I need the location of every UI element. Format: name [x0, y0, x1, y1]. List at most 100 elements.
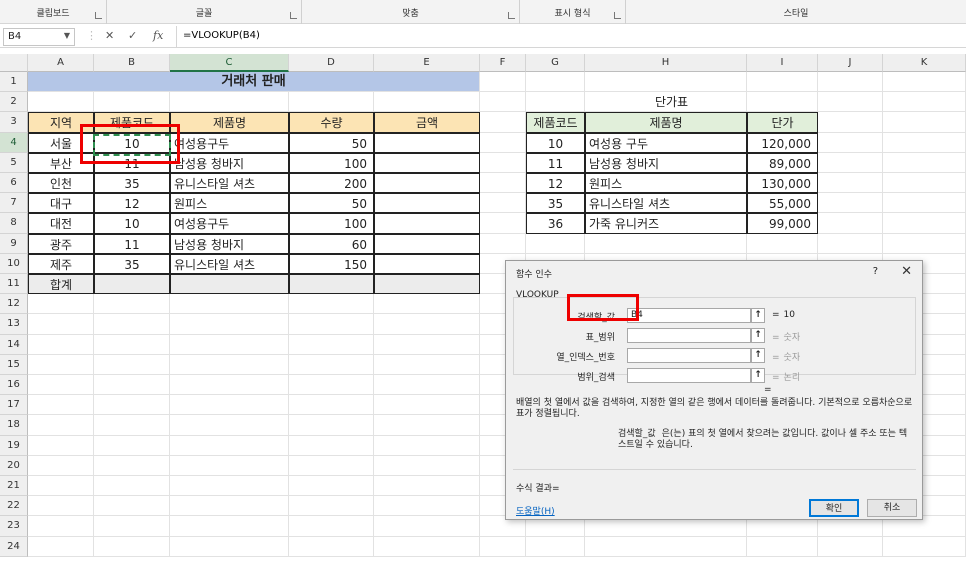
grid-cell[interactable]: [28, 92, 94, 113]
grid-cell[interactable]: [883, 72, 966, 93]
dialog-launcher-icon[interactable]: [95, 12, 102, 19]
total-label-cell[interactable]: 합계: [28, 274, 94, 295]
grid-cell[interactable]: [28, 415, 94, 436]
select-all-corner[interactable]: [0, 54, 28, 72]
row-header[interactable]: 11: [0, 274, 28, 295]
row-header[interactable]: 22: [0, 496, 28, 517]
grid-cell[interactable]: [374, 314, 480, 335]
grid-cell[interactable]: [818, 72, 883, 93]
product-name-cell[interactable]: 유니스타일 셔츠: [170, 173, 289, 194]
collapse-dialog-icon[interactable]: ↑: [751, 368, 765, 383]
price-table-title[interactable]: 단가표: [526, 92, 818, 113]
grid-cell[interactable]: [818, 536, 883, 557]
grid-cell[interactable]: [747, 233, 818, 254]
column-header[interactable]: C: [170, 54, 289, 72]
amount-cell[interactable]: [374, 173, 480, 194]
table-header-cell[interactable]: 지역: [28, 112, 94, 133]
row-header[interactable]: 20: [0, 455, 28, 476]
price-header-cell[interactable]: 단가: [747, 112, 818, 133]
region-cell[interactable]: 대구: [28, 193, 94, 214]
grid-cell[interactable]: [94, 334, 170, 355]
help-link[interactable]: 도움말(H): [516, 504, 555, 517]
grid-cell[interactable]: [585, 233, 747, 254]
row-header[interactable]: 5: [0, 152, 28, 173]
grid-cell[interactable]: [28, 354, 94, 375]
product-name-cell[interactable]: 유니스타일 셔츠: [170, 253, 289, 274]
grid-cell[interactable]: [170, 354, 289, 375]
row-header[interactable]: 10: [0, 253, 28, 274]
code-cell[interactable]: 10: [94, 213, 170, 234]
cancel-button[interactable]: 취소: [867, 499, 917, 517]
quantity-cell[interactable]: 60: [289, 233, 374, 254]
grid-cell[interactable]: [94, 415, 170, 436]
grid-cell[interactable]: [28, 496, 94, 517]
price-value-cell[interactable]: 89,000: [747, 152, 818, 173]
row-header[interactable]: 6: [0, 173, 28, 194]
quantity-cell[interactable]: 200: [289, 173, 374, 194]
row-header[interactable]: 8: [0, 213, 28, 234]
row-header[interactable]: 4: [0, 132, 28, 153]
total-cell[interactable]: [94, 274, 170, 295]
region-cell[interactable]: 제주: [28, 253, 94, 274]
collapse-dialog-icon[interactable]: ↑: [751, 348, 765, 363]
price-header-cell[interactable]: 제품명: [585, 112, 747, 133]
grid-cell[interactable]: [170, 395, 289, 416]
product-name-cell[interactable]: 원피스: [170, 193, 289, 214]
grid-cell[interactable]: [818, 173, 883, 194]
row-header[interactable]: 15: [0, 354, 28, 375]
grid-cell[interactable]: [883, 233, 966, 254]
row-header[interactable]: 1: [0, 72, 28, 93]
ok-button[interactable]: 확인: [809, 499, 859, 517]
grid-cell[interactable]: [170, 314, 289, 335]
row-header[interactable]: 21: [0, 476, 28, 497]
region-cell[interactable]: 대전: [28, 213, 94, 234]
grid-cell[interactable]: [289, 516, 374, 537]
grid-cell[interactable]: [818, 213, 883, 234]
grid-cell[interactable]: [28, 314, 94, 335]
column-header[interactable]: F: [480, 54, 526, 72]
column-header[interactable]: E: [374, 54, 480, 72]
total-cell[interactable]: [289, 274, 374, 295]
column-header[interactable]: G: [526, 54, 585, 72]
grid-cell[interactable]: [585, 536, 747, 557]
grid-cell[interactable]: [585, 72, 747, 93]
grid-cell[interactable]: [94, 536, 170, 557]
grid-cell[interactable]: [374, 455, 480, 476]
row-header[interactable]: 19: [0, 435, 28, 456]
argument-input[interactable]: [627, 348, 751, 363]
table-header-cell[interactable]: 제품명: [170, 112, 289, 133]
grid-cell[interactable]: [289, 496, 374, 517]
row-header[interactable]: 14: [0, 334, 28, 355]
enter-icon[interactable]: ✓: [128, 29, 137, 42]
row-header[interactable]: 7: [0, 193, 28, 214]
region-cell[interactable]: 인천: [28, 173, 94, 194]
grid-cell[interactable]: [170, 455, 289, 476]
grid-cell[interactable]: [170, 536, 289, 557]
grid-cell[interactable]: [289, 354, 374, 375]
grid-cell[interactable]: [94, 354, 170, 375]
grid-cell[interactable]: [818, 193, 883, 214]
name-box[interactable]: B4 ▼: [3, 28, 75, 46]
grid-cell[interactable]: [94, 435, 170, 456]
grid-cell[interactable]: [94, 516, 170, 537]
collapse-dialog-icon[interactable]: ↑: [751, 328, 765, 343]
grid-cell[interactable]: [289, 415, 374, 436]
grid-cell[interactable]: [374, 435, 480, 456]
quantity-cell[interactable]: 100: [289, 152, 374, 173]
grid-cell[interactable]: [94, 294, 170, 315]
amount-cell[interactable]: [374, 213, 480, 234]
grid-cell[interactable]: [480, 72, 526, 93]
grid-cell[interactable]: [28, 455, 94, 476]
grid-cell[interactable]: [94, 395, 170, 416]
grid-cell[interactable]: [170, 476, 289, 497]
price-value-cell[interactable]: 130,000: [747, 173, 818, 194]
price-code-cell[interactable]: 11: [526, 152, 585, 173]
collapse-dialog-icon[interactable]: ↑: [751, 308, 765, 323]
column-header[interactable]: H: [585, 54, 747, 72]
grid-cell[interactable]: [480, 213, 526, 234]
grid-cell[interactable]: [28, 435, 94, 456]
grid-cell[interactable]: [28, 294, 94, 315]
grid-cell[interactable]: [170, 92, 289, 113]
grid-cell[interactable]: [374, 536, 480, 557]
dialog-launcher-icon[interactable]: [614, 12, 621, 19]
